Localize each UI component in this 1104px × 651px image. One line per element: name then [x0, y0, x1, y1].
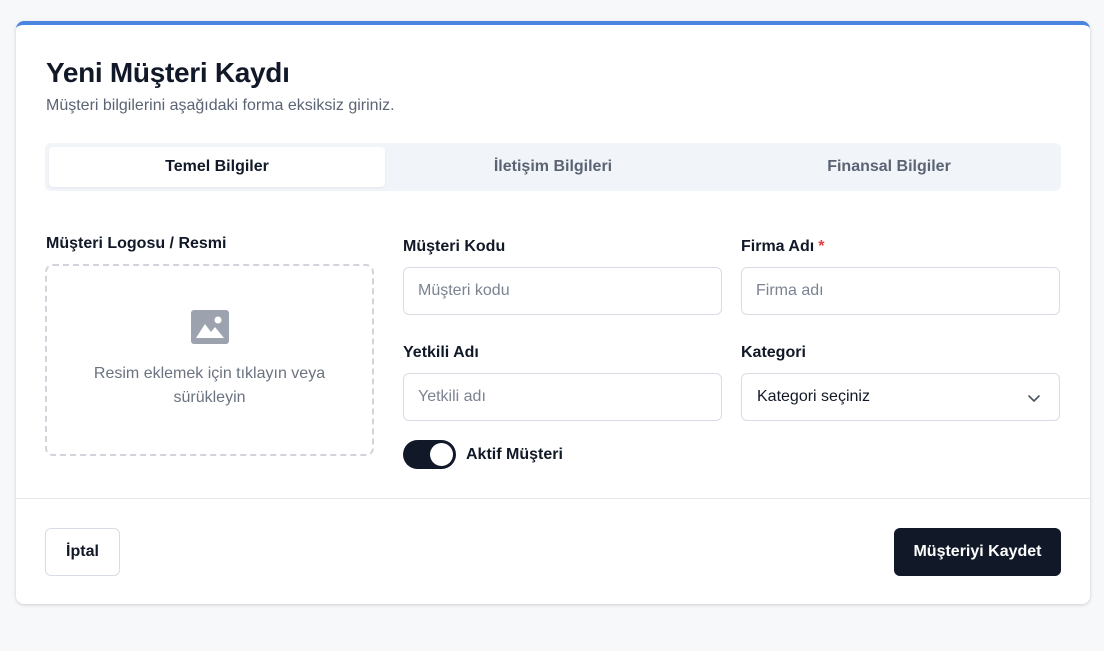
page-title: Yeni Müşteri Kaydı [46, 57, 290, 88]
page-subtitle: Müşteri bilgilerini aşağıdaki forma eksi… [46, 97, 395, 114]
active-customer-label: Aktif Müşteri [466, 445, 563, 463]
category-label: Kategori [741, 344, 806, 361]
tab-financial-info[interactable]: Finansal Bilgiler [721, 147, 1057, 187]
company-name-label-text: Firma Adı [741, 238, 815, 255]
dropzone-text: Resim eklemek için tıklayın veya sürükle… [93, 365, 326, 406]
toggle-knob [430, 443, 453, 466]
contact-name-label: Yetkili Adı [403, 344, 479, 361]
company-name-label: Firma Adı * [741, 238, 824, 256]
tab-contact-info[interactable]: İletişim Bilgileri [385, 147, 721, 187]
customer-code-label: Müşteri Kodu [403, 238, 506, 255]
category-selected-value: Kategori seçiniz [757, 388, 870, 405]
required-mark: * [818, 238, 825, 255]
company-name-input[interactable] [741, 267, 1060, 315]
active-customer-toggle[interactable] [403, 440, 456, 469]
footer-divider [16, 498, 1090, 499]
tab-basic-info[interactable]: Temel Bilgiler [49, 147, 385, 187]
category-select[interactable]: Kategori seçiniz [741, 373, 1060, 421]
logo-dropzone[interactable]: Resim eklemek için tıklayın veya sürükle… [45, 264, 374, 456]
customer-code-input[interactable] [403, 267, 722, 315]
chevron-down-icon [1028, 395, 1040, 402]
image-icon [190, 310, 229, 344]
logo-label: Müşteri Logosu / Resmi [46, 235, 227, 252]
contact-name-input[interactable] [403, 373, 722, 421]
cancel-button[interactable]: İptal [45, 528, 120, 576]
active-customer-toggle-row: Aktif Müşteri [403, 440, 563, 469]
customer-form-card: Yeni Müşteri Kaydı Müşteri bilgilerini a… [16, 21, 1090, 604]
tab-bar: Temel Bilgiler İletişim Bilgileri Finans… [45, 143, 1061, 191]
save-customer-button[interactable]: Müşteriyi Kaydet [894, 528, 1061, 576]
